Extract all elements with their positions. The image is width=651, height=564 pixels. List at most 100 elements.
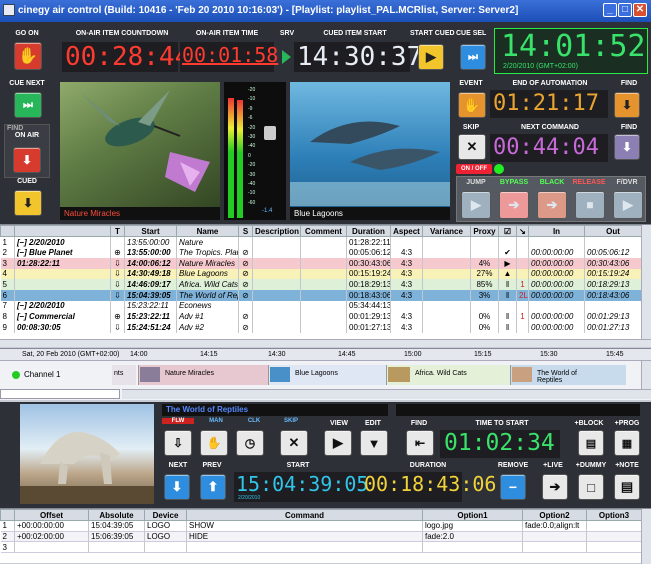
cue-sel-button[interactable]: ⏭ xyxy=(460,44,486,70)
cued-preview: Blue Lagoons xyxy=(290,82,450,220)
table-row[interactable]: 2 [–] Blue Planet ⊕ 13:55:00:00 The Tropics.… xyxy=(0,247,642,258)
clock-date: 2/20/2010 (GMT+02:00) xyxy=(503,63,578,70)
minimize-button[interactable]: _ xyxy=(603,3,617,17)
cmd-col-option2[interactable]: Option2 xyxy=(522,509,587,521)
group-cell: 01:28:22:11 xyxy=(14,257,111,269)
view-button[interactable]: ▶ xyxy=(324,430,352,456)
group-cell xyxy=(14,289,111,301)
timeline-hscroll[interactable] xyxy=(122,389,651,399)
table-row[interactable]: 3 01:28:22:11 ⇩ 14:00:06:12 Nature Miracles ⊘… xyxy=(0,257,642,269)
add-block-button[interactable]: ▤ xyxy=(578,430,604,456)
find-cued-button[interactable]: ⬇ xyxy=(14,190,42,216)
timeline-vscroll[interactable] xyxy=(641,361,651,389)
start-cued-button[interactable]: ▶ xyxy=(418,44,444,70)
cmd-col-option3[interactable]: Option3 xyxy=(586,509,642,521)
jump-label: JUMP xyxy=(466,179,486,186)
skip-button[interactable]: ✕ xyxy=(458,134,486,160)
playlist-scrollbar[interactable] xyxy=(641,225,651,339)
flag-skip[interactable]: SKIP xyxy=(276,418,306,424)
col-check[interactable]: ☑ xyxy=(498,225,517,237)
edit-button[interactable]: ▼ xyxy=(360,430,388,456)
clock-button[interactable]: ◷ xyxy=(236,430,264,456)
man-button[interactable]: ✋ xyxy=(200,430,228,456)
col-aspect[interactable]: Aspect xyxy=(390,225,423,237)
volume-slider[interactable] xyxy=(264,126,276,140)
black-button[interactable]: ➔ xyxy=(537,191,567,219)
cmd-col-absolute[interactable]: Absolute xyxy=(88,509,145,521)
cmd-col-option1[interactable]: Option1 xyxy=(422,509,523,521)
table-row[interactable]: 1 +00:00:00:00 15:04:39:05 LOGO SHOW logo.jpg… xyxy=(0,520,642,532)
col-proxy[interactable]: Proxy xyxy=(470,225,499,237)
close-button[interactable]: ✕ xyxy=(633,3,647,17)
release-button[interactable]: ⏹ xyxy=(575,191,605,219)
vu-bar-right xyxy=(237,100,243,218)
flag-man[interactable]: MAN xyxy=(200,418,232,424)
table-row[interactable]: 7 [–] 2/20/2010 15:23:22:11 Econews 05:34:44… xyxy=(0,300,642,312)
duration-cell: 00:30:43:06 xyxy=(346,257,391,269)
flag-flw[interactable]: FLW xyxy=(162,418,194,424)
option2-cell: fade:0.0;align:lt xyxy=(522,520,587,532)
col-name[interactable]: Name xyxy=(176,225,239,237)
aspect-cell: 4:3 xyxy=(390,311,423,322)
prog-label: +PROG xyxy=(614,420,640,427)
type-icon: ⇩ xyxy=(110,279,125,290)
table-row[interactable]: 5 ⇩ 14:46:09:17 Africa. Wild Cats ⊘ 00:18:29:… xyxy=(0,279,642,290)
jump-button[interactable]: ▶ xyxy=(461,191,491,219)
prev-item-button[interactable]: ⬆ xyxy=(200,474,226,500)
table-row[interactable]: 4 ⇩ 14:30:49:18 Blue Lagoons ⊘ 00:15:19:24 4:3… xyxy=(0,268,642,280)
flag-clk[interactable]: CLK xyxy=(238,418,270,424)
table-row[interactable]: 8 [–] Commercial ⊕ 15:23:22:11 Adv #1 ⊘ 00:01:… xyxy=(0,311,642,322)
check-cell: ✔ xyxy=(498,247,517,258)
col-description[interactable]: Description xyxy=(252,225,301,237)
col-start[interactable]: Start xyxy=(124,225,177,237)
event-button[interactable]: ✋ xyxy=(458,92,486,118)
next-item-button[interactable]: ⬇ xyxy=(164,474,190,500)
find-item-button[interactable]: ⇤ xyxy=(406,430,434,456)
col-s[interactable]: S xyxy=(238,225,253,237)
add-live-button[interactable]: ➔ xyxy=(542,474,568,500)
bypass-button[interactable]: ➔ xyxy=(499,191,529,219)
col-variance[interactable]: Variance xyxy=(422,225,471,237)
cmd-col-device[interactable]: Device xyxy=(144,509,187,521)
on-off-toggle[interactable]: ON / OFF xyxy=(456,164,492,174)
timeline-clip[interactable]: nts xyxy=(112,365,136,385)
col-mark[interactable]: ↘ xyxy=(516,225,529,237)
add-note-button[interactable]: ▤ xyxy=(614,474,640,500)
cue-next-button[interactable]: ⏭ xyxy=(14,92,42,118)
find-cmd-button[interactable]: ⬇ xyxy=(614,134,640,160)
in-cell xyxy=(528,300,585,312)
table-row[interactable]: 3 xyxy=(0,541,642,554)
table-row[interactable]: 1 [–] 2/20/2010 13:55:00:00 Nature 01:28:22:… xyxy=(0,236,642,248)
fdvr-button[interactable]: ▶ xyxy=(613,191,643,219)
skip-item-button[interactable]: ✕ xyxy=(280,430,308,456)
flw-button[interactable]: ⇩ xyxy=(164,430,192,456)
command-cell: HIDE xyxy=(186,531,423,543)
add-dummy-button[interactable]: □ xyxy=(578,474,604,500)
col-duration[interactable]: Duration xyxy=(346,225,391,237)
col-type[interactable]: T xyxy=(110,225,125,237)
maximize-button[interactable]: □ xyxy=(618,3,632,17)
black-label: BLACK xyxy=(539,179,565,186)
table-row[interactable]: 9 00:08:30:05 ⇩ 15:24:51:24 Adv #2 ⊘ 00:01:27:… xyxy=(0,322,642,333)
cmd-col-offset[interactable]: Offset xyxy=(14,509,89,521)
go-on-button[interactable]: ✋ xyxy=(14,42,42,70)
cmd-col-command[interactable]: Command xyxy=(186,509,423,521)
col-in[interactable]: In xyxy=(528,225,585,237)
channel-label: Channel 1 xyxy=(24,370,61,379)
find-on-air-button[interactable]: ⬇ xyxy=(13,147,41,173)
table-row[interactable]: 2 +00:02:00:00 15:06:39:05 LOGO HIDE fade:2.0 xyxy=(0,531,642,543)
find-end-button[interactable]: ⬇ xyxy=(614,92,640,118)
proxy-cell xyxy=(470,236,499,248)
table-row[interactable]: 6 ⇩ 15:04:39:05 The World of Rep ⊘ 00:18:43:0… xyxy=(0,289,642,301)
timeline-zoom-field[interactable] xyxy=(0,389,120,399)
col-comment[interactable]: Comment xyxy=(300,225,347,237)
col-out[interactable]: Out xyxy=(584,225,642,237)
group-cell xyxy=(14,279,111,290)
remove-button[interactable]: − xyxy=(500,474,526,500)
name-cell: The World of Rep xyxy=(176,289,239,301)
playlist-hscrollbar[interactable] xyxy=(0,339,651,347)
command-scrollbar[interactable] xyxy=(641,509,651,564)
type-icon: ⊕ xyxy=(110,247,125,258)
add-prog-button[interactable]: ▦ xyxy=(614,430,640,456)
row-number: 9 xyxy=(0,322,15,333)
